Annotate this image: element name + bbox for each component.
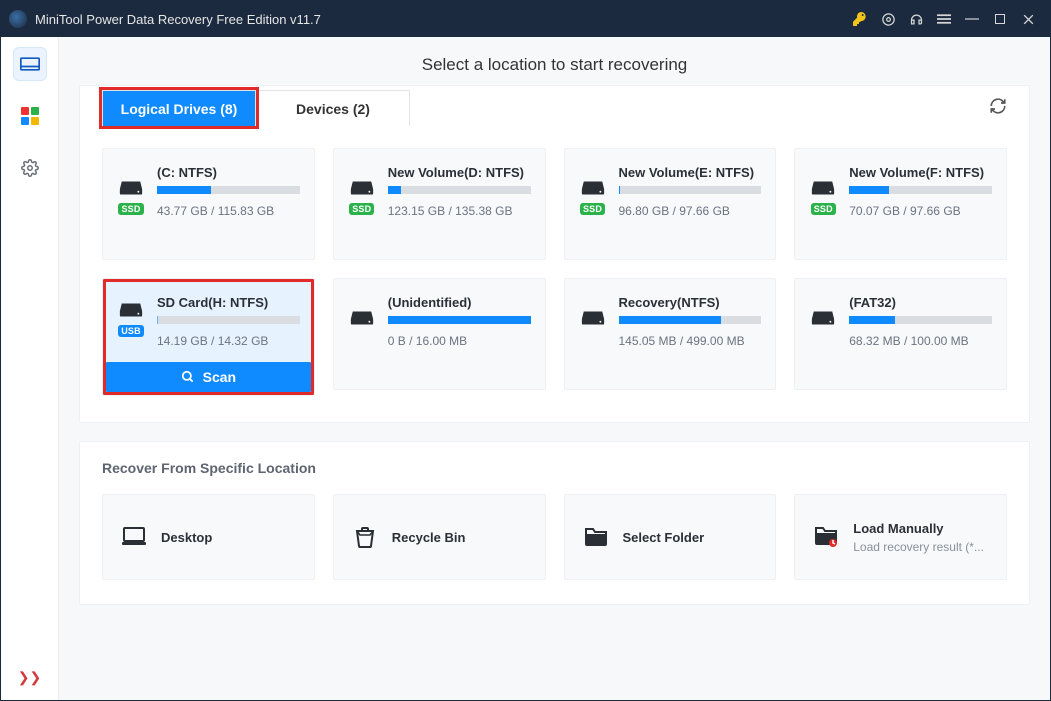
drive-card[interactable]: SSD New Volume(F: NTFS) 70.07 GB / 97.66 G… — [794, 148, 1007, 260]
location-card[interactable]: Desktop — [102, 494, 315, 580]
drive-size: 123.15 GB / 135.38 GB — [388, 204, 531, 218]
drive-usage-bar — [388, 316, 531, 324]
location-icon — [813, 524, 839, 550]
minimize-icon[interactable] — [958, 5, 986, 33]
drive-usage-bar — [619, 316, 762, 324]
refresh-icon[interactable] — [989, 97, 1007, 120]
drive-name: SD Card(H: NTFS) — [157, 295, 300, 310]
drive-size: 68.32 MB / 100.00 MB — [849, 334, 992, 348]
location-subtitle: Load recovery result (*... — [853, 540, 984, 554]
app-logo-icon — [9, 10, 27, 28]
sidebar: ❯❯ — [1, 37, 59, 700]
drive-usage-bar — [388, 186, 531, 194]
tabs: Logical Drives (8) Devices (2) — [102, 86, 1007, 130]
drive-badge: USB — [118, 325, 144, 337]
drive-size: 96.80 GB / 97.66 GB — [619, 204, 762, 218]
location-title: Select Folder — [623, 530, 705, 545]
location-card[interactable]: Select Folder — [564, 494, 777, 580]
drive-size: 0 B / 16.00 MB — [388, 334, 531, 348]
location-title: Recycle Bin — [392, 530, 466, 545]
drive-usage-bar — [849, 186, 992, 194]
drive-usage-bar — [849, 316, 992, 324]
drive-name: (Unidentified) — [388, 295, 531, 310]
drive-usage-bar — [157, 316, 300, 324]
sidebar-item-settings[interactable] — [13, 151, 47, 185]
drive-badge: SSD — [118, 203, 143, 215]
menu-icon[interactable] — [930, 5, 958, 33]
drive-size: 70.07 GB / 97.66 GB — [849, 204, 992, 218]
drive-card[interactable]: (Unidentified) 0 B / 16.00 MB — [333, 278, 546, 390]
app-title: MiniTool Power Data Recovery Free Editio… — [35, 12, 321, 27]
support-headset-icon[interactable] — [902, 5, 930, 33]
page-heading: Select a location to start recovering — [59, 37, 1050, 85]
location-card[interactable]: Load Manually Load recovery result (*... — [794, 494, 1007, 580]
drive-card[interactable]: USB SD Card(H: NTFS) 14.19 GB / 14.32 GB Sc… — [102, 278, 315, 396]
location-title: Load Manually — [853, 521, 984, 536]
location-icon — [352, 524, 378, 550]
drive-card[interactable]: SSD (C: NTFS) 43.77 GB / 115.83 GB — [102, 148, 315, 260]
drives-panel: Logical Drives (8) Devices (2) SSD (C: NT… — [79, 85, 1030, 423]
titlebar: MiniTool Power Data Recovery Free Editio… — [1, 1, 1050, 37]
location-title: Desktop — [161, 530, 212, 545]
drive-name: New Volume(E: NTFS) — [619, 165, 762, 180]
close-icon[interactable] — [1014, 5, 1042, 33]
maximize-icon[interactable] — [986, 5, 1014, 33]
drive-name: (FAT32) — [849, 295, 992, 310]
drive-usage-bar — [619, 186, 762, 194]
drive-name: New Volume(F: NTFS) — [849, 165, 992, 180]
recover-section-title: Recover From Specific Location — [102, 460, 1007, 476]
drive-size: 14.19 GB / 14.32 GB — [157, 334, 300, 348]
drive-card[interactable]: (FAT32) 68.32 MB / 100.00 MB — [794, 278, 1007, 390]
drive-badge: SSD — [580, 203, 605, 215]
license-key-icon[interactable] — [846, 5, 874, 33]
drive-name: Recovery(NTFS) — [619, 295, 762, 310]
tab-logical-drives[interactable]: Logical Drives (8) — [102, 90, 256, 126]
drive-card[interactable]: SSD New Volume(E: NTFS) 96.80 GB / 97.66 G… — [564, 148, 777, 260]
drive-name: New Volume(D: NTFS) — [388, 165, 531, 180]
drive-size: 43.77 GB / 115.83 GB — [157, 204, 300, 218]
drive-badge: SSD — [811, 203, 836, 215]
sidebar-item-recovery[interactable] — [13, 47, 47, 81]
drive-badge: SSD — [349, 203, 374, 215]
drive-size: 145.05 MB / 499.00 MB — [619, 334, 762, 348]
drive-usage-bar — [157, 186, 300, 194]
tab-devices[interactable]: Devices (2) — [256, 90, 410, 126]
location-card[interactable]: Recycle Bin — [333, 494, 546, 580]
recover-location-panel: Recover From Specific Location Desktop Re… — [79, 441, 1030, 605]
drive-card[interactable]: Recovery(NTFS) 145.05 MB / 499.00 MB — [564, 278, 777, 390]
drive-name: (C: NTFS) — [157, 165, 300, 180]
sidebar-item-apps[interactable] — [13, 99, 47, 133]
sidebar-collapse-icon[interactable]: ❯❯ — [18, 669, 41, 686]
scan-label: Scan — [203, 369, 236, 385]
location-icon — [583, 524, 609, 550]
disc-icon[interactable] — [874, 5, 902, 33]
location-icon — [121, 524, 147, 550]
scan-button[interactable]: Scan — [106, 362, 311, 392]
drive-card[interactable]: SSD New Volume(D: NTFS) 123.15 GB / 135.38… — [333, 148, 546, 260]
